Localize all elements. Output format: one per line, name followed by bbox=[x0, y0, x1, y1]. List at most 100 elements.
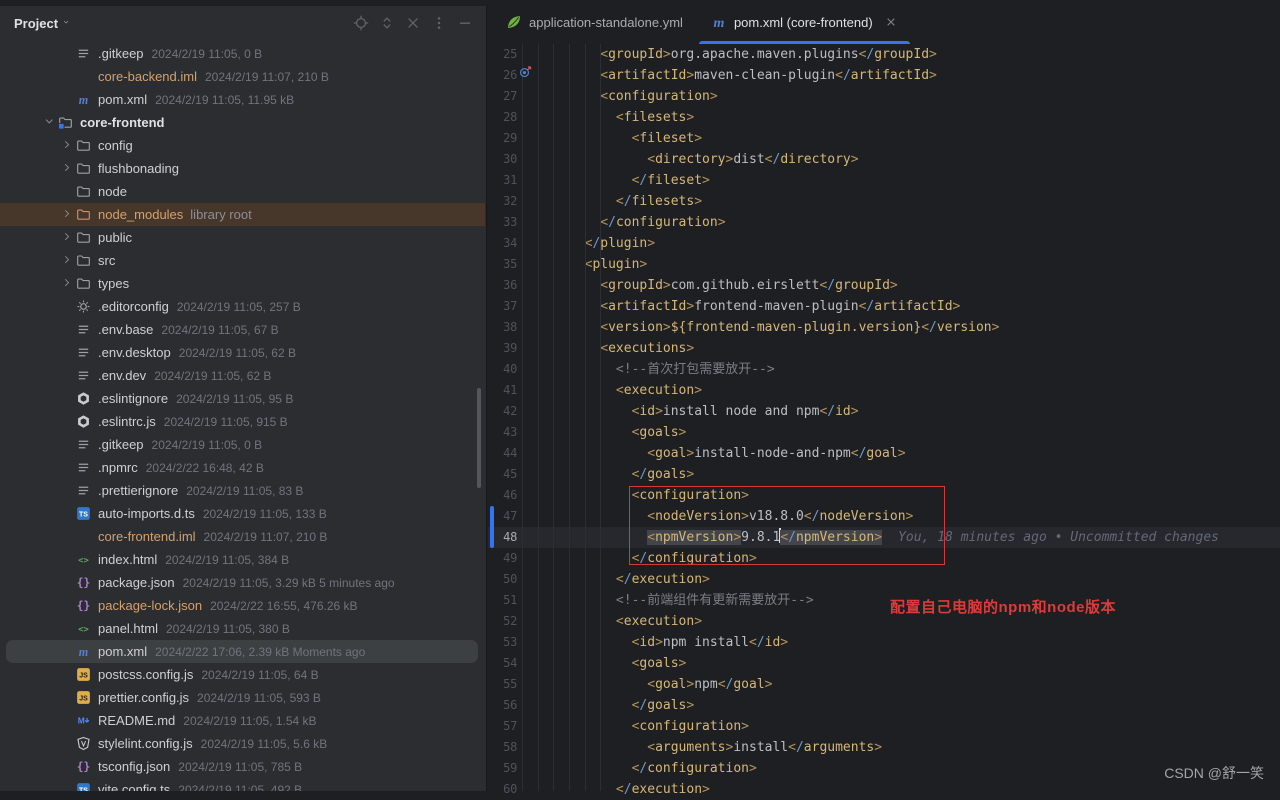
code-line[interactable]: 44 <goal>install-node-and-npm</goal> bbox=[488, 443, 1280, 464]
tree-item[interactable]: .eslintignore2024/2/19 11:05, 95 B bbox=[0, 387, 485, 410]
tree-item[interactable]: node_moduleslibrary root bbox=[0, 203, 485, 226]
indent-guide bbox=[569, 44, 570, 791]
collapse-all-icon[interactable] bbox=[405, 15, 421, 31]
tree-item[interactable]: public bbox=[0, 226, 485, 249]
svg-text:m: m bbox=[79, 93, 88, 107]
chevron-right-icon[interactable] bbox=[58, 138, 76, 154]
tree-item[interactable]: MREADME.md2024/2/19 11:05, 1.54 kB bbox=[0, 709, 485, 732]
tree-item[interactable]: flushbonading bbox=[0, 157, 485, 180]
tree-item[interactable]: JSpostcss.config.js2024/2/19 11:05, 64 B bbox=[0, 663, 485, 686]
tree-item[interactable]: types bbox=[0, 272, 485, 295]
tree-item[interactable]: stylelint.config.js2024/2/19 11:05, 5.6 … bbox=[0, 732, 485, 755]
tree-item[interactable]: .npmrc2024/2/22 16:48, 42 B bbox=[0, 456, 485, 479]
code-line[interactable]: 52 <execution> bbox=[488, 611, 1280, 632]
hide-icon[interactable] bbox=[457, 15, 473, 31]
code-line[interactable]: 29 <fileset> bbox=[488, 128, 1280, 149]
code-editor[interactable]: 25 <groupId>org.apache.maven.plugins</gr… bbox=[488, 44, 1280, 791]
tree-item-meta: 2024/2/19 11:05, 785 B bbox=[178, 760, 302, 774]
code-line[interactable]: 58 <arguments>install</arguments> bbox=[488, 737, 1280, 758]
watermark: CSDN @舒一笑 bbox=[1164, 763, 1264, 783]
code-text: <goal>install-node-and-npm</goal> bbox=[522, 443, 906, 464]
tree-item[interactable]: core-frontend bbox=[0, 111, 485, 134]
maven-override-icon[interactable] bbox=[519, 66, 533, 80]
tree-item[interactable]: core-backend.iml2024/2/19 11:07, 210 B bbox=[0, 65, 485, 88]
code-text: <!--首次打包需要放开--> bbox=[522, 359, 775, 380]
tree-scrollbar[interactable] bbox=[477, 388, 481, 488]
tree-item-name: flushbonading bbox=[98, 161, 179, 176]
chevron-right-icon[interactable] bbox=[58, 230, 76, 246]
tree-item[interactable]: config bbox=[0, 134, 485, 157]
editor-tab[interactable]: application-standalone.yml bbox=[492, 0, 697, 44]
tree-item[interactable]: .eslintrc.js2024/2/19 11:05, 915 B bbox=[0, 410, 485, 433]
tree-item[interactable]: {}tsconfig.json2024/2/19 11:05, 785 B bbox=[0, 755, 485, 778]
code-line[interactable]: 38 <version>${frontend-maven-plugin.vers… bbox=[488, 317, 1280, 338]
tree-item[interactable]: TSvite.config.ts2024/2/19 11:05, 492 B bbox=[0, 778, 485, 791]
code-line[interactable]: 55 <goal>npm</goal> bbox=[488, 674, 1280, 695]
code-text: <goals> bbox=[522, 422, 686, 443]
line-number: 46 bbox=[488, 485, 517, 506]
code-line[interactable]: 32 </filesets> bbox=[488, 191, 1280, 212]
tree-item-meta: 2024/2/19 11:05, 3.29 kB 5 minutes ago bbox=[183, 576, 395, 590]
code-line[interactable]: 35 <plugin> bbox=[488, 254, 1280, 275]
close-icon[interactable] bbox=[884, 15, 898, 29]
code-line[interactable]: 54 <goals> bbox=[488, 653, 1280, 674]
code-line[interactable]: 50 </execution> bbox=[488, 569, 1280, 590]
code-line[interactable]: 42 <id>install node and npm</id> bbox=[488, 401, 1280, 422]
tree-item-meta: 2024/2/22 16:48, 42 B bbox=[146, 461, 264, 475]
code-line[interactable]: 30 <directory>dist</directory> bbox=[488, 149, 1280, 170]
code-line[interactable]: 34 </plugin> bbox=[488, 233, 1280, 254]
editor-tab[interactable]: mpom.xml (core-frontend) bbox=[697, 0, 912, 44]
line-number: 33 bbox=[488, 212, 517, 233]
code-line[interactable]: 37 <artifactId>frontend-maven-plugin</ar… bbox=[488, 296, 1280, 317]
tree-item[interactable]: mpom.xml2024/2/19 11:05, 11.95 kB bbox=[0, 88, 485, 111]
svg-text:{}: {} bbox=[77, 761, 91, 774]
more-icon[interactable] bbox=[431, 15, 447, 31]
code-line[interactable]: 40 <!--首次打包需要放开--> bbox=[488, 359, 1280, 380]
code-line[interactable]: 28 <filesets> bbox=[488, 107, 1280, 128]
tree-item[interactable]: TSauto-imports.d.ts2024/2/19 11:05, 133 … bbox=[0, 502, 485, 525]
tree-item[interactable]: .env.base2024/2/19 11:05, 67 B bbox=[0, 318, 485, 341]
code-line[interactable]: 31 </fileset> bbox=[488, 170, 1280, 191]
tree-item[interactable]: node bbox=[0, 180, 485, 203]
eslint-file-icon bbox=[76, 414, 93, 430]
code-line[interactable]: 27 <configuration> bbox=[488, 86, 1280, 107]
chevron-down-icon[interactable] bbox=[40, 115, 58, 131]
locate-icon[interactable] bbox=[353, 15, 369, 31]
code-line[interactable]: 60 </execution> bbox=[488, 779, 1280, 800]
chevron-right-icon[interactable] bbox=[58, 161, 76, 177]
tree-item[interactable]: .editorconfig2024/2/19 11:05, 257 B bbox=[0, 295, 485, 318]
project-view-switcher[interactable]: Project bbox=[14, 16, 73, 31]
code-line[interactable]: 25 <groupId>org.apache.maven.plugins</gr… bbox=[488, 44, 1280, 65]
tree-item[interactable]: <>panel.html2024/2/19 11:05, 380 B bbox=[0, 617, 485, 640]
chevron-right-icon[interactable] bbox=[58, 207, 76, 223]
tree-item[interactable]: .env.dev2024/2/19 11:05, 62 B bbox=[0, 364, 485, 387]
tree-item[interactable]: src bbox=[0, 249, 485, 272]
tree-item[interactable]: JSprettier.config.js2024/2/19 11:05, 593… bbox=[0, 686, 485, 709]
tree-item[interactable]: .prettierignore2024/2/19 11:05, 83 B bbox=[0, 479, 485, 502]
code-line[interactable]: 57 <configuration> bbox=[488, 716, 1280, 737]
expand-icon[interactable] bbox=[379, 15, 395, 31]
text-file-icon bbox=[76, 483, 93, 499]
ts-file-icon: TS bbox=[76, 506, 93, 522]
code-line[interactable]: 26 <artifactId>maven-clean-plugin</artif… bbox=[488, 65, 1280, 86]
tree-item[interactable]: .env.desktop2024/2/19 11:05, 62 B bbox=[0, 341, 485, 364]
tree-item[interactable]: .gitkeep2024/2/19 11:05, 0 B bbox=[0, 433, 485, 456]
code-line[interactable]: 56 </goals> bbox=[488, 695, 1280, 716]
code-line[interactable]: 36 <groupId>com.github.eirslett</groupId… bbox=[488, 275, 1280, 296]
tree-item[interactable]: <>index.html2024/2/19 11:05, 384 B bbox=[0, 548, 485, 571]
code-line[interactable]: 41 <execution> bbox=[488, 380, 1280, 401]
code-line[interactable]: 43 <goals> bbox=[488, 422, 1280, 443]
code-line[interactable]: 33 </configuration> bbox=[488, 212, 1280, 233]
tree-item[interactable]: .gitkeep2024/2/19 11:05, 0 B bbox=[0, 42, 485, 65]
tree-item[interactable]: core-frontend.iml2024/2/19 11:07, 210 B bbox=[0, 525, 485, 548]
code-line[interactable]: 39 <executions> bbox=[488, 338, 1280, 359]
tree-item[interactable]: {}package-lock.json2024/2/22 16:55, 476.… bbox=[0, 594, 485, 617]
tree-item[interactable]: mpom.xml2024/2/22 17:06, 2.39 kB Moments… bbox=[0, 640, 485, 663]
code-line[interactable]: 45 </goals> bbox=[488, 464, 1280, 485]
chevron-right-icon[interactable] bbox=[58, 276, 76, 292]
code-line[interactable]: 59 </configuration> bbox=[488, 758, 1280, 779]
tree-item[interactable]: {}package.json2024/2/19 11:05, 3.29 kB 5… bbox=[0, 571, 485, 594]
code-line[interactable]: 53 <id>npm install</id> bbox=[488, 632, 1280, 653]
code-line[interactable]: 51 <!--前端组件有更新需要放开--> bbox=[488, 590, 1280, 611]
chevron-right-icon[interactable] bbox=[58, 253, 76, 269]
